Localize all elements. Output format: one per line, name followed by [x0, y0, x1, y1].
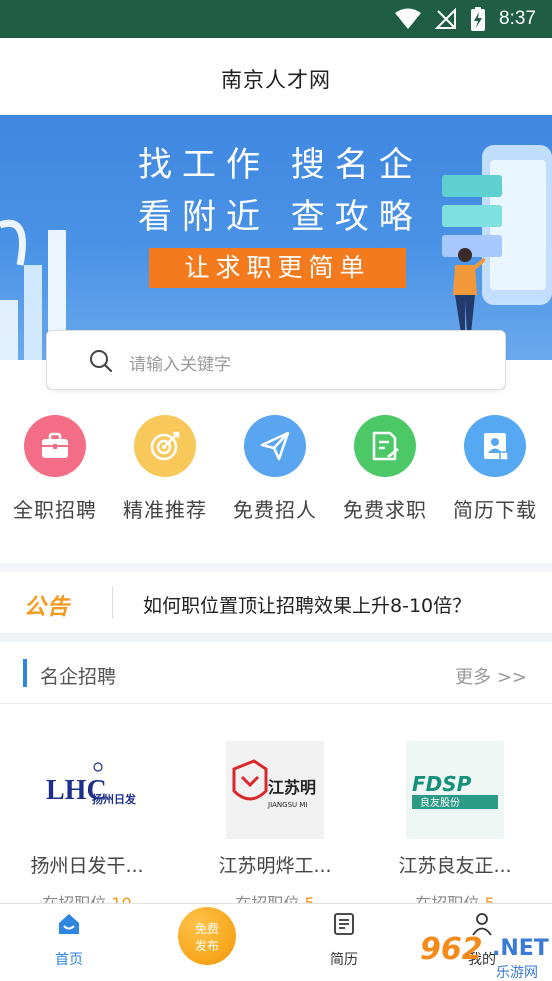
paper-plane-icon	[244, 415, 306, 477]
section-title: 名企招聘	[40, 666, 117, 688]
logo-text: 江苏明	[268, 778, 316, 797]
page-title: 南京人才网	[221, 68, 331, 92]
wifi-icon	[395, 8, 422, 29]
nav-home[interactable]: 首页	[14, 904, 124, 981]
section-divider	[0, 633, 552, 642]
battery-charging-icon	[471, 7, 486, 31]
publish-label-line2: 发布	[194, 939, 219, 953]
company-name: 江苏明烨工...	[218, 855, 332, 877]
search-icon	[90, 350, 113, 373]
home-icon	[59, 914, 79, 934]
category-label: 精准推荐	[123, 498, 207, 522]
target-icon	[134, 415, 196, 477]
logo-text: FDSP	[412, 772, 472, 796]
announcement-divider	[112, 587, 113, 619]
section-accent-bar	[23, 659, 27, 687]
free-publish-button[interactable]: 免费 发布	[178, 907, 236, 965]
promo-banner[interactable]: 找工作 搜名企 看附近 查攻略 让求职更简单	[0, 115, 552, 360]
nav-resume[interactable]: 简历	[289, 904, 399, 981]
category-fulltime[interactable]: 全职招聘	[0, 412, 110, 523]
company-card[interactable]: LHC 扬州日发 扬州日发干... 在招职位 10	[12, 741, 162, 905]
banner-slogan-line1: 找工作 搜名企	[138, 145, 423, 185]
watermark-sub: 乐游网	[496, 965, 538, 981]
logo-subtext: 良友股份	[420, 796, 460, 809]
category-free-jobseek[interactable]: 免费求职	[330, 412, 440, 523]
resume-doc-icon	[334, 913, 354, 935]
announcement-tag: 公告	[24, 595, 71, 620]
banner-slogan-line2: 看附近 查攻略	[138, 197, 423, 237]
nav-label: 简历	[330, 952, 358, 968]
watermark-number: 962	[420, 932, 483, 967]
person-illustration	[453, 248, 485, 333]
category-resume-download[interactable]: 简历下载	[440, 412, 550, 523]
more-link[interactable]: 更多 >>	[455, 663, 527, 689]
category-label: 全职招聘	[13, 498, 97, 522]
category-label: 简历下载	[453, 498, 537, 522]
search-input[interactable]: 请输入关键字	[46, 330, 506, 390]
search-placeholder: 请输入关键字	[129, 355, 231, 375]
logo-subtext: JIANGSU MI	[267, 801, 307, 809]
announcement-text[interactable]: 如何职位置顶让招聘效果上升8-10倍？	[143, 591, 471, 618]
app-header: 南京人才网	[0, 38, 552, 115]
company-name: 扬州日发干...	[30, 855, 144, 877]
logo-subtext: 扬州日发	[92, 792, 136, 806]
document-edit-icon	[354, 415, 416, 477]
category-free-hire[interactable]: 免费招人	[220, 412, 330, 523]
section-divider	[0, 563, 552, 572]
category-grid: 全职招聘 精准推荐 免费招人 免费求职 简历下载	[0, 412, 552, 532]
company-logo: 江苏明 JIANGSU MI	[226, 741, 324, 839]
briefcase-icon	[24, 415, 86, 477]
featured-companies-header: 名企招聘 更多 >>	[0, 642, 552, 704]
category-label: 免费招人	[233, 498, 317, 522]
announcement-bar[interactable]: 公告 如何职位置顶让招聘效果上升8-10倍？	[0, 572, 552, 633]
company-logo: LHC 扬州日发	[38, 741, 136, 839]
category-recommend[interactable]: 精准推荐	[110, 412, 220, 523]
company-name: 江苏良友正...	[398, 855, 512, 877]
site-watermark: 962 .NET 乐游网	[412, 932, 552, 981]
featured-companies-list: LHC 扬州日发 扬州日发干... 在招职位 10 江苏明 JIANGSU MI…	[0, 705, 552, 905]
no-signal-icon	[435, 8, 457, 29]
watermark-suffix: .NET	[492, 936, 549, 961]
banner-cta: 让求职更简单	[149, 248, 406, 288]
status-time: 8:37	[499, 8, 536, 29]
nav-label: 首页	[55, 952, 83, 968]
category-label: 免费求职	[343, 498, 427, 522]
company-card[interactable]: 江苏明 JIANGSU MI 江苏明烨工... 在招职位 5	[200, 741, 350, 905]
company-card[interactable]: FDSP 良友股份 江苏良友正... 在招职位 5	[380, 741, 530, 905]
status-bar: 8:37	[0, 0, 552, 38]
publish-label-line1: 免费	[194, 922, 219, 936]
company-logo: FDSP 良友股份	[406, 741, 504, 839]
resume-icon	[464, 415, 526, 477]
